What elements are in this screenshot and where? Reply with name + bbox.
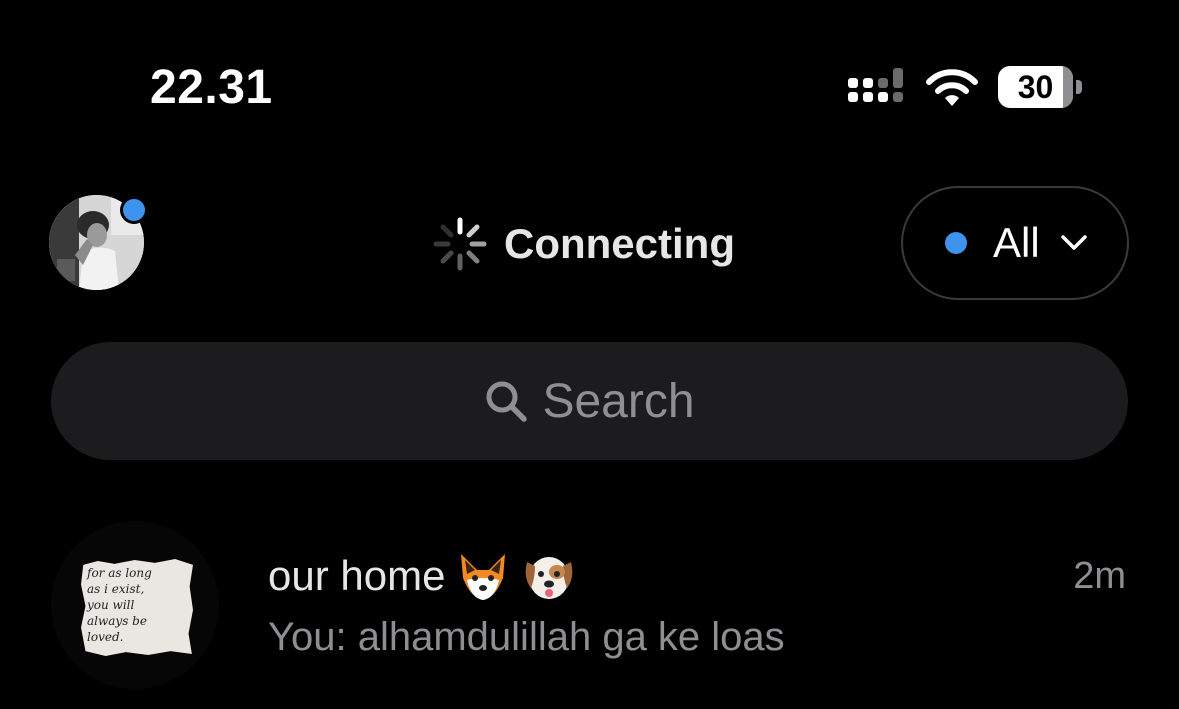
battery-icon: 30 [998, 66, 1084, 110]
chat-title-row: our home [268, 548, 577, 604]
chat-avatar: for as long as i exist, you will always … [51, 521, 219, 689]
note-text: for as long as i exist, you will always … [87, 566, 152, 644]
chat-timestamp: 2m [1073, 555, 1126, 597]
search-input[interactable]: Search [51, 342, 1128, 460]
dog-emoji-icon [526, 557, 573, 599]
chevron-down-icon [1060, 235, 1087, 250]
filter-indicator-dot [945, 232, 967, 254]
search-placeholder: Search [542, 374, 695, 428]
chat-filter-dropdown[interactable]: All [901, 186, 1129, 300]
chat-list-item[interactable]: for as long as i exist, you will always … [0, 515, 1179, 709]
online-status-dot [120, 196, 148, 224]
fox-emoji-icon [461, 554, 506, 600]
filter-label: All [993, 219, 1040, 266]
battery-level: 30 [1017, 69, 1054, 105]
chat-last-message: You: alhamdulillah ga ke loas [268, 615, 785, 659]
chat-title: our home [268, 552, 446, 599]
connection-status: Connecting [430, 214, 735, 274]
connecting-label: Connecting [504, 220, 735, 267]
loading-spinner-icon [433, 217, 487, 271]
note-image: for as long as i exist, you will always … [81, 559, 193, 657]
status-time: 22.31 [150, 61, 273, 114]
cellular-signal-icon [848, 68, 903, 102]
wifi-icon [926, 69, 978, 106]
search-icon [486, 381, 528, 422]
